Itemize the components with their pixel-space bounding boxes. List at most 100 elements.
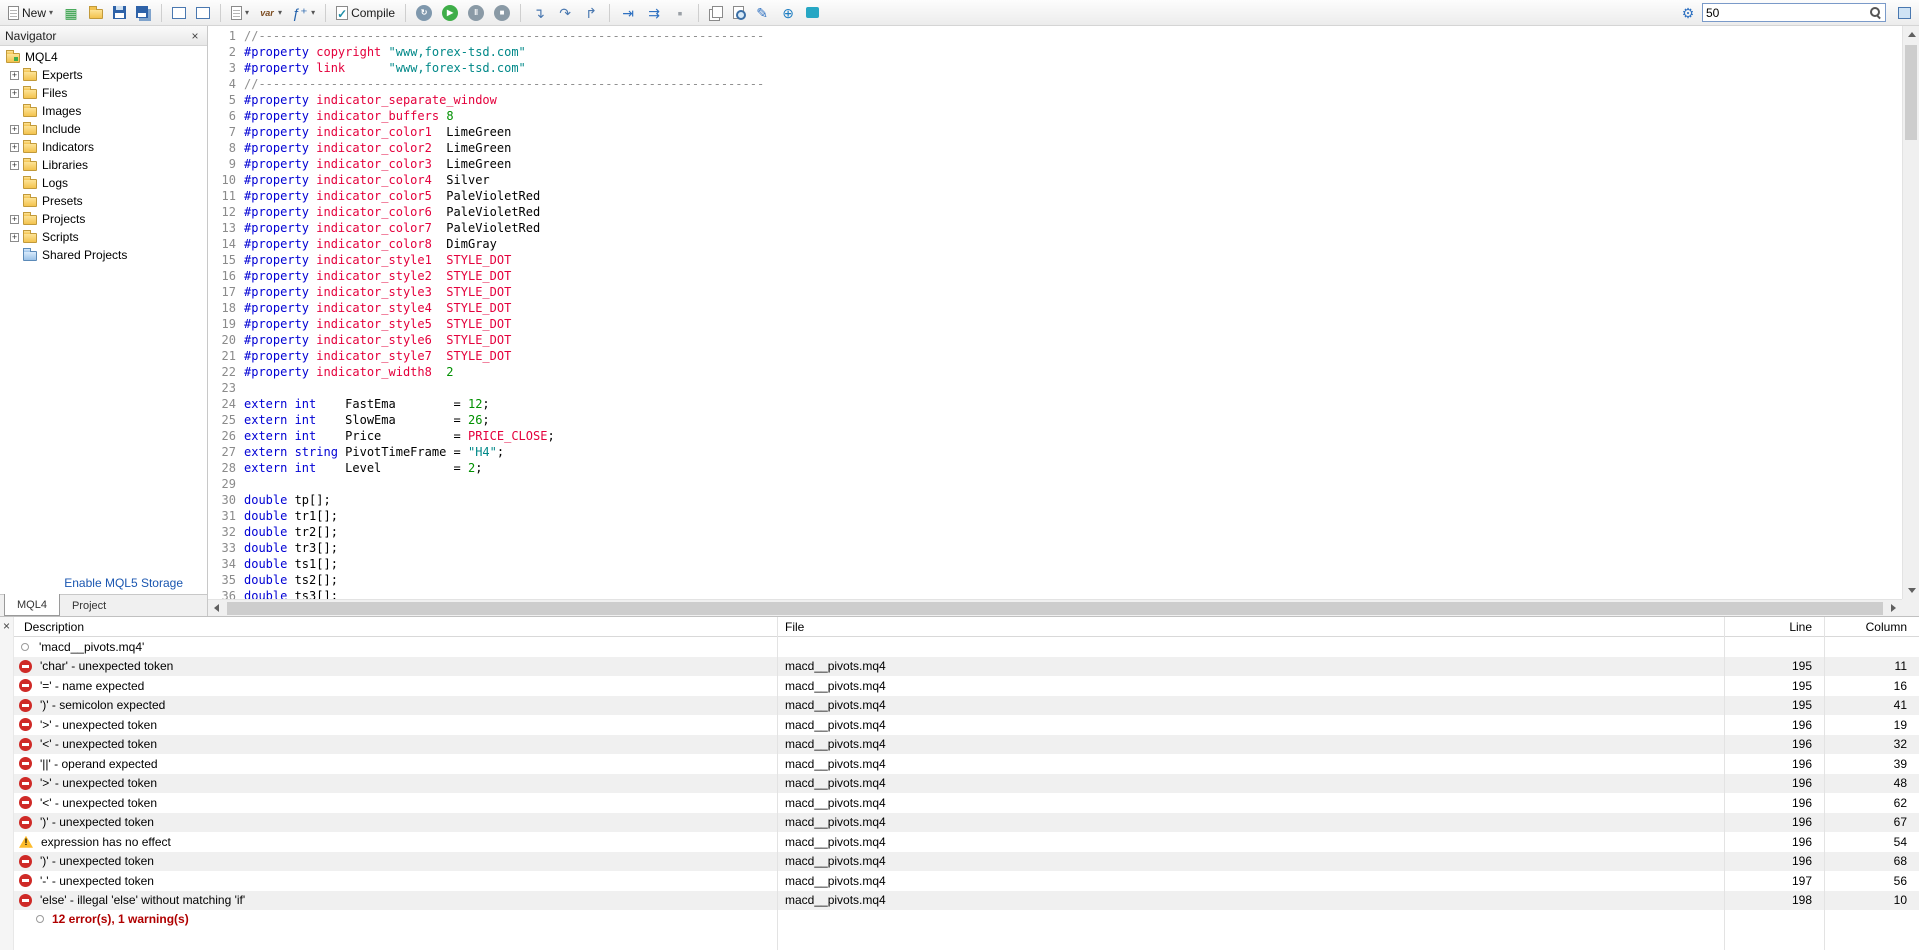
save-all-button[interactable] (132, 2, 155, 24)
code-editor[interactable]: 1 //-------------------------------------… (208, 26, 1919, 616)
navigator-close-icon[interactable]: × (188, 29, 202, 43)
dropdown-arrow-icon[interactable]: ▾ (245, 8, 249, 17)
error-row[interactable]: '||' - operand expected macd__pivots.mq4 1… (14, 754, 1919, 774)
search-panel-button[interactable] (1894, 2, 1915, 24)
navigator-item-projects[interactable]: + Projects (0, 210, 207, 228)
metaquotes-button[interactable]: ▦ (59, 2, 83, 24)
line-number: 12 (221, 205, 236, 219)
breakpoint-button[interactable]: ▪ (668, 2, 692, 24)
navigator-item-logs[interactable]: Logs (0, 174, 207, 192)
navigator-item-include[interactable]: + Include (0, 120, 207, 138)
error-row[interactable]: '>' - unexpected token macd__pivots.mq4 19… (14, 715, 1919, 735)
templates-dropdown[interactable]: ▾ (227, 2, 253, 24)
navigator-item-shared-projects[interactable]: Shared Projects (0, 246, 207, 264)
toolbox-errors-panel: × Description File Line Column 'macd__pi… (0, 616, 1919, 950)
error-row[interactable]: ')' - unexpected token macd__pivots.mq4 19… (14, 851, 1919, 871)
continue-button[interactable]: ⇉ (642, 2, 666, 24)
navigator-item-mql4[interactable]: MQL4 (0, 48, 207, 66)
navigator-item-presets[interactable]: Presets (0, 192, 207, 210)
code-text: extern string PivotTimeFrame = "H4"; (244, 445, 505, 459)
search-icon[interactable] (1869, 6, 1882, 19)
highlight-button[interactable]: ✎ (750, 2, 774, 24)
navigator-item-files[interactable]: + Files (0, 84, 207, 102)
tab-mql4[interactable]: MQL4 (4, 594, 60, 616)
column-header-line[interactable]: Line (1724, 617, 1824, 636)
expand-plus-icon[interactable]: + (10, 142, 19, 152)
open-file-button[interactable] (85, 2, 107, 24)
toolbox-close-icon[interactable]: × (0, 619, 14, 633)
column-header-description[interactable]: Description (14, 617, 777, 636)
error-row[interactable]: '>' - unexpected token macd__pivots.mq4 19… (14, 773, 1919, 793)
expand-plus-icon[interactable]: + (10, 124, 19, 134)
run-to-cursor-button[interactable]: ⇥ (616, 2, 640, 24)
toolbox-panel-toggle[interactable] (192, 2, 214, 24)
scroll-up-icon[interactable] (1903, 26, 1919, 43)
step-over-button[interactable]: ↷ (553, 2, 577, 24)
line-number: 6 (228, 109, 236, 123)
error-row[interactable]: ')' - unexpected token macd__pivots.mq4 19… (14, 812, 1919, 832)
variable-dropdown[interactable]: var ▾ (255, 2, 286, 24)
navigator-item-experts[interactable]: + Experts (0, 66, 207, 84)
navigator-item-libraries[interactable]: + Libraries (0, 156, 207, 174)
line-number: 14 (221, 237, 236, 251)
error-row[interactable]: 'char' - unexpected token macd__pivots.mq… (14, 656, 1919, 676)
scroll-down-icon[interactable] (1903, 582, 1919, 599)
editor-horizontal-scrollbar[interactable] (208, 599, 1902, 616)
save-button[interactable] (109, 2, 130, 24)
error-row[interactable]: '<' - unexpected token macd__pivots.mq4 19… (14, 793, 1919, 813)
chat-button[interactable] (802, 2, 823, 24)
editor-vertical-scrollbar[interactable] (1902, 26, 1919, 599)
pause-debug-button[interactable]: ‖ (464, 2, 488, 24)
error-row[interactable]: '<' - unexpected token macd__pivots.mq4 19… (14, 734, 1919, 754)
function-dropdown[interactable]: ƒ⁺ ▾ (288, 2, 319, 24)
tab-project[interactable]: Project (60, 595, 118, 616)
error-row[interactable]: ')' - semicolon expected macd__pivots.mq4… (14, 695, 1919, 715)
error-row[interactable]: expression has no effect macd__pivots.mq4… (14, 832, 1919, 852)
dropdown-arrow-icon[interactable]: ▾ (49, 8, 53, 17)
scroll-right-icon[interactable] (1885, 600, 1902, 617)
code-text: double tp[]; (244, 493, 331, 507)
dropdown-arrow-icon[interactable]: ▾ (311, 8, 315, 17)
line-number: 20 (221, 333, 236, 347)
scroll-left-icon[interactable] (208, 600, 225, 617)
error-row[interactable]: '=' - name expected macd__pivots.mq4 195 16 (14, 676, 1919, 696)
step-into-button[interactable]: ↴ (527, 2, 551, 24)
folder-icon (23, 140, 37, 153)
error-file-group-row[interactable]: 'macd__pivots.mq4' (14, 637, 1919, 657)
navigator-item-scripts[interactable]: + Scripts (0, 228, 207, 246)
navigator-item-indicators[interactable]: + Indicators (0, 138, 207, 156)
code-line: 5 #property indicator_separate_window (208, 92, 1902, 108)
code-text: #property indicator_color3 LimeGreen (244, 157, 512, 171)
new-button[interactable]: New ▾ (4, 2, 57, 24)
column-header-file[interactable]: File (777, 617, 1724, 636)
error-line: 196 (1791, 834, 1812, 849)
print-preview-button[interactable] (729, 2, 748, 24)
copy-button[interactable] (705, 2, 727, 24)
expand-plus-icon[interactable]: + (10, 232, 19, 242)
compile-button[interactable]: Compile (332, 2, 399, 24)
stop-debug-button[interactable]: ■ (490, 2, 514, 24)
navigator-item-images[interactable]: Images (0, 102, 207, 120)
column-header-column[interactable]: Column (1824, 617, 1919, 636)
restart-debug-button[interactable]: ↻ (412, 2, 436, 24)
enable-mql5-storage-link[interactable]: Enable MQL5 Storage (64, 576, 183, 590)
navigator-item-label: Presets (42, 194, 83, 208)
expand-plus-icon[interactable]: + (10, 214, 19, 224)
error-row[interactable]: '-' - unexpected token macd__pivots.mq4 19… (14, 871, 1919, 891)
expand-plus-icon[interactable]: + (10, 88, 19, 98)
dropdown-arrow-icon[interactable]: ▾ (278, 8, 282, 17)
error-icon (19, 737, 32, 751)
vertical-scroll-thumb[interactable] (1905, 45, 1917, 140)
expand-plus-icon[interactable]: + (10, 70, 19, 80)
search-input[interactable] (1706, 5, 1869, 20)
step-out-button[interactable]: ↱ (579, 2, 603, 24)
expand-plus-icon[interactable]: + (10, 160, 19, 170)
community-button[interactable]: ⊕ (776, 2, 800, 24)
error-row[interactable]: 'else' - illegal 'else' without matching… (14, 890, 1919, 910)
settings-button[interactable]: ⚙ (1676, 2, 1700, 24)
navigator-panel-toggle[interactable] (168, 2, 190, 24)
start-debug-button[interactable]: ▶ (438, 2, 462, 24)
horizontal-scroll-thumb[interactable] (227, 601, 1883, 615)
code-area[interactable]: 1 //-------------------------------------… (208, 26, 1902, 599)
